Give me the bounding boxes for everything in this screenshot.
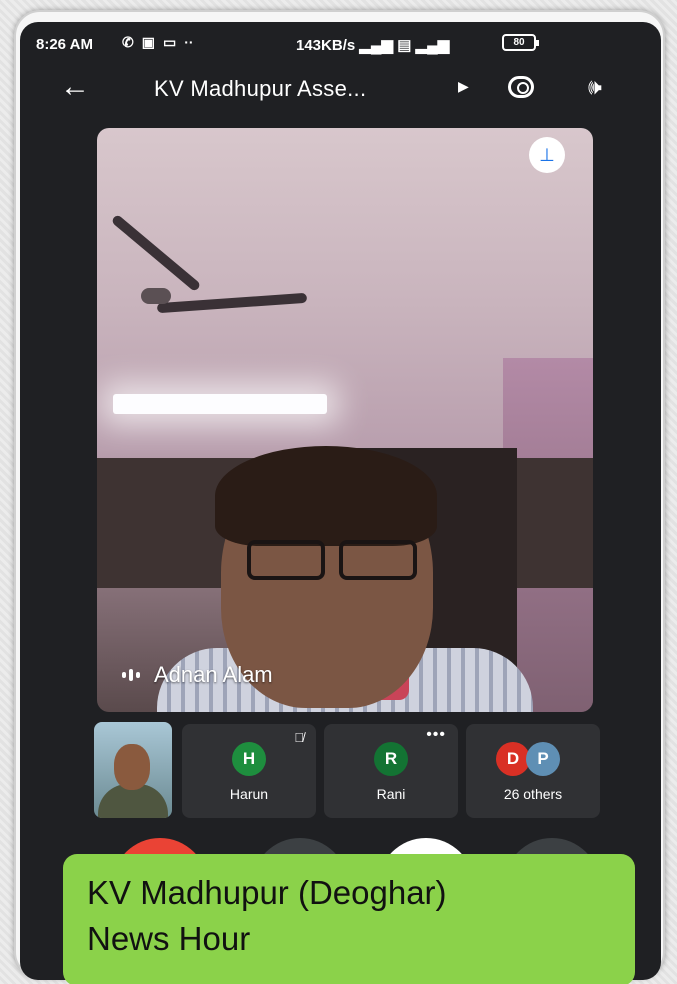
app-bar: ← KV Madhupur Asse... ▶ 🕪 [20,70,661,110]
self-face [114,744,150,790]
self-view-tile[interactable] [94,722,172,818]
main-video-tile[interactable] [97,128,593,712]
avatar: D [496,742,530,776]
caption-overlay: KV Madhupur (Deoghar) News Hour [63,854,635,984]
avatar: R [374,742,408,776]
participant-tile-others[interactable]: D P 26 others [466,724,600,818]
back-arrow-icon[interactable]: ← [60,72,90,102]
participant-name: 26 others [503,786,563,802]
speaker-icon[interactable]: 🕪 [588,74,602,100]
notification-icons: ✆ ▣ ▭ ·· [122,34,194,51]
glasses-left [247,540,325,580]
ceiling-fan-hub [141,288,171,304]
caret-right-icon[interactable]: ▶ [458,78,469,95]
switch-camera-icon[interactable] [508,76,534,98]
participant-name: Rani [376,786,406,802]
pin-icon[interactable]: ⊥ [529,137,565,173]
gallery-icon: ▣ [141,34,155,50]
caption-line-2: News Hour [87,920,251,957]
whatsapp-icon: ✆ [122,34,134,50]
participant-tile-harun[interactable]: 🎙̸ H Harun [182,724,316,818]
ceiling-fan-blade [156,292,308,314]
speaker-hair [215,446,437,546]
glasses-right [339,540,417,580]
network-speed: 143KB/s ▂▄▆ ▤ ▂▄▆ [296,37,450,54]
speaker-label: Adnan Alam [122,662,273,688]
audio-level-icon [122,669,140,681]
mic-off-icon: 🎙̸ [294,730,304,745]
speaker-name: Adnan Alam [154,662,273,687]
avatar: P [526,742,560,776]
status-bar: 8:26 AM ✆ ▣ ▭ ·· 143KB/s ▂▄▆ ▤ ▂▄▆ 80 [20,22,661,68]
participant-tile-rani[interactable]: ••• R Rani [324,724,458,818]
more-options-icon[interactable]: ••• [426,726,446,744]
meet-screen: 8:26 AM ✆ ▣ ▭ ·· 143KB/s ▂▄▆ ▤ ▂▄▆ 80 ← … [20,22,661,980]
video-icon: ▭ [162,34,177,50]
status-time: 8:26 AM [36,36,93,53]
tube-light [113,394,327,414]
meeting-title[interactable]: KV Madhupur Asse... [154,76,366,102]
caption-line-1: KV Madhupur (Deoghar) [87,874,447,911]
avatar: H [232,742,266,776]
participant-name: Harun [229,786,269,802]
more-dots-icon: ·· [184,34,194,50]
battery-icon: 80 [502,34,539,51]
ceiling-fan-blade [110,213,202,293]
